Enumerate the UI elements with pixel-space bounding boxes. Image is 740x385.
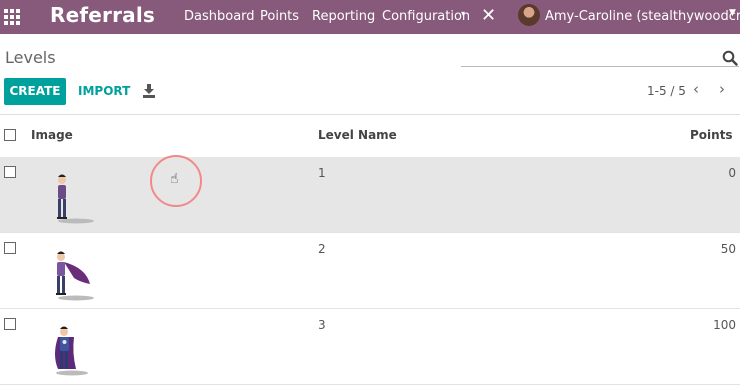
points-cell: 100 (713, 318, 736, 332)
hand-cursor-icon: ☝ (170, 171, 179, 187)
user-menu-name[interactable]: Amy-Caroline (stealthywoodcrm1) (545, 9, 740, 24)
points-cell: 0 (728, 166, 736, 180)
search-icon[interactable] (722, 50, 738, 66)
create-button[interactable]: CREATE (4, 78, 66, 105)
column-header-level-name[interactable]: Level Name (318, 128, 397, 142)
level-name-cell: 3 (318, 318, 326, 332)
row-checkbox[interactable] (4, 318, 16, 330)
table-row[interactable]: 1 0 (0, 157, 740, 233)
column-header-points[interactable]: Points (690, 128, 733, 142)
level-name-cell: 1 (318, 166, 326, 180)
column-header-image[interactable]: Image (31, 128, 73, 142)
table-row[interactable]: 2 50 (0, 233, 740, 309)
row-checkbox[interactable] (4, 166, 16, 178)
import-button[interactable]: IMPORT (78, 84, 130, 98)
user-menu-caret-icon[interactable]: ▼ (729, 8, 736, 18)
chevron-left-icon[interactable]: ‹ (693, 80, 699, 98)
configuration-caret-icon[interactable]: ▾ (461, 9, 465, 18)
pager-value[interactable]: 1-5 / 5 (647, 84, 686, 98)
select-all-checkbox[interactable] (4, 129, 16, 141)
row-checkbox[interactable] (4, 242, 16, 254)
apps-grid-icon[interactable] (4, 9, 20, 25)
menu-dashboard[interactable]: Dashboard (184, 9, 255, 24)
menu-points[interactable]: Points (260, 9, 299, 24)
level-name-cell: 2 (318, 242, 326, 256)
avatar[interactable] (518, 4, 540, 26)
level-image (56, 251, 94, 301)
app-title[interactable]: Referrals (50, 3, 155, 27)
points-cell: 50 (720, 242, 736, 256)
search-input[interactable] (461, 66, 739, 67)
table-row[interactable]: 3 100 (0, 309, 740, 385)
download-icon[interactable] (143, 84, 155, 98)
menu-reporting[interactable]: Reporting (312, 9, 375, 24)
top-navbar: Referrals Dashboard Points Reporting Con… (0, 0, 740, 34)
level-image (57, 174, 94, 224)
chevron-right-icon[interactable]: › (719, 80, 725, 98)
table-header: Image Level Name Points (0, 115, 740, 158)
level-image (55, 326, 88, 376)
close-icon[interactable]: ✕ (481, 5, 496, 26)
menu-configuration[interactable]: Configuration (382, 9, 470, 24)
page-title: Levels (5, 48, 56, 67)
